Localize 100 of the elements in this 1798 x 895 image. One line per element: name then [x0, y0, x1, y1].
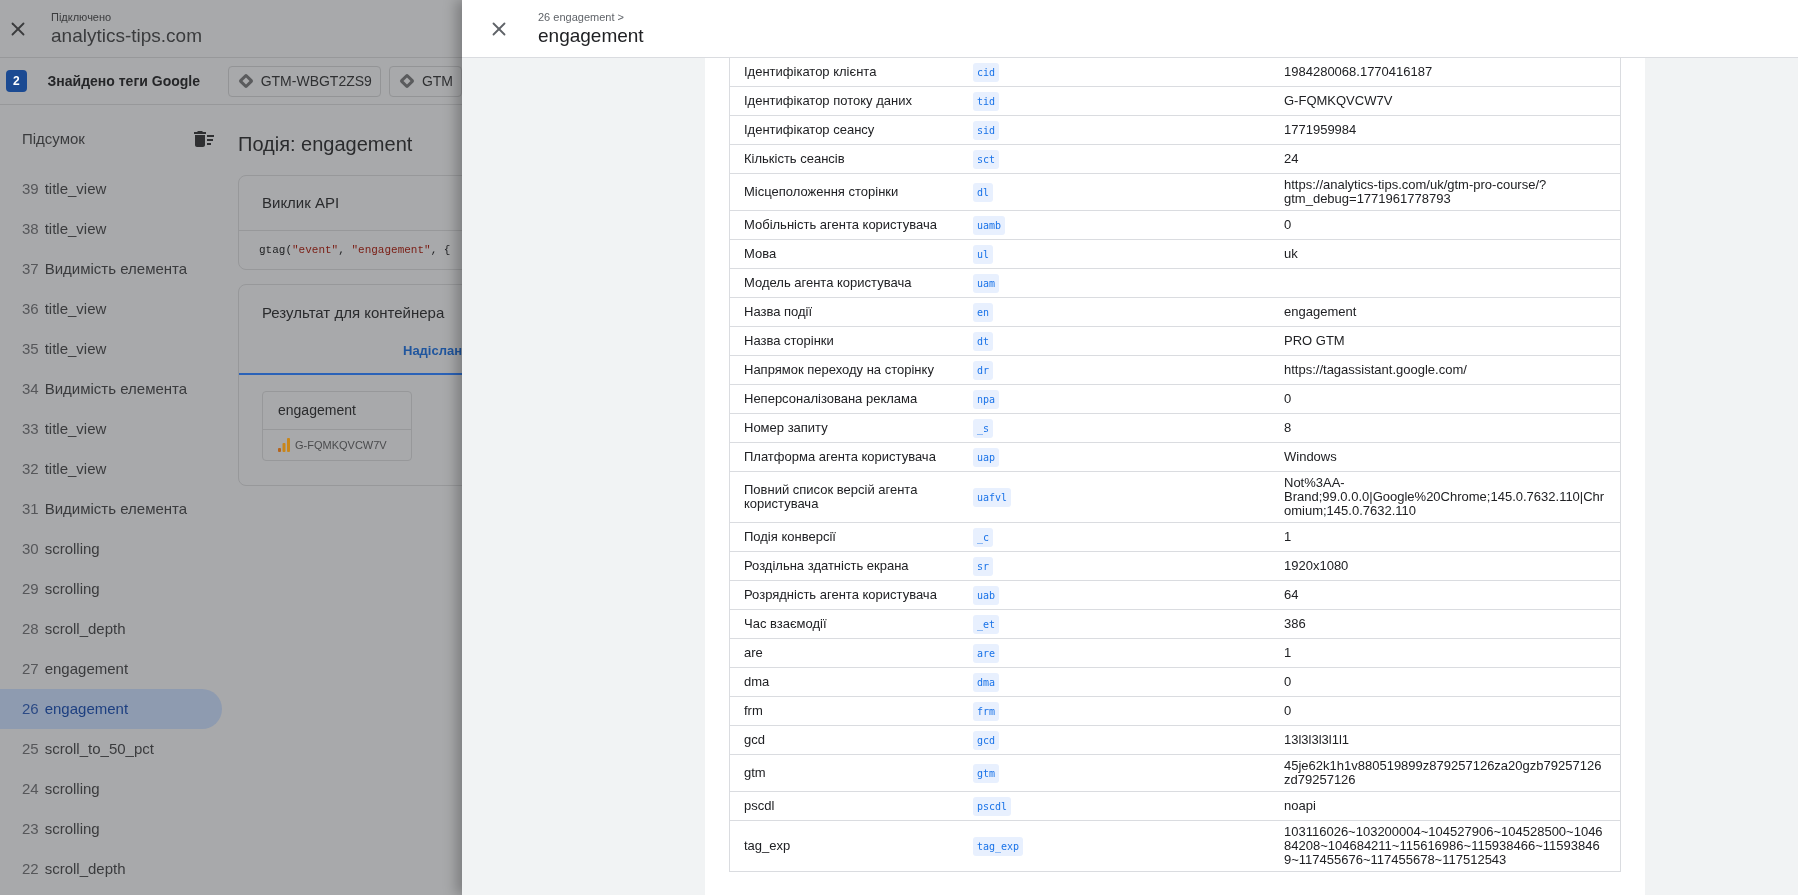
- parameter-label: Мобільність агента користувача: [743, 216, 938, 234]
- parameter-key: uamb: [973, 216, 1006, 235]
- parameter-label: pscdl: [743, 797, 776, 815]
- parameter-value: 1771959984: [1283, 121, 1358, 139]
- parameter-key: uam: [973, 274, 1000, 293]
- bar-chart-icon: [278, 438, 290, 452]
- parameter-key: cid: [973, 63, 1000, 82]
- parameter-key: en: [973, 303, 994, 322]
- parameter-label: Назва сторінки: [743, 332, 835, 350]
- container-chip[interactable]: GTM-WBGT2ZS9: [227, 65, 381, 97]
- parameter-label: Кількість сеансів: [743, 150, 846, 168]
- parameter-value: 0: [1283, 673, 1293, 691]
- parameter-label: Роздільна здатність екрана: [743, 557, 910, 575]
- measurement-id: G-FQMKQVCW7V: [295, 437, 387, 453]
- sidebar-title: Підсумок: [22, 128, 85, 149]
- parameter-key: npa: [973, 390, 1000, 409]
- parameter-key: gtm: [973, 764, 1000, 783]
- tag-name: engagement: [263, 392, 411, 430]
- parameter-value: 8: [1283, 419, 1293, 437]
- parameter-label: Ідентифікатор потоку даних: [743, 92, 913, 110]
- parameter-key: sr: [973, 557, 994, 576]
- parameter-key: ul: [973, 245, 994, 264]
- parameter-key: uap: [973, 448, 1000, 467]
- tags-found-label: Знайдено теги Google: [47, 71, 201, 91]
- parameter-key: _s: [973, 419, 994, 438]
- parameter-label: Неперсоналізована реклама: [743, 390, 919, 408]
- parameter-value: 13l3l3l3l1l1: [1283, 731, 1351, 749]
- parameter-label: Час взаємодії: [743, 615, 828, 633]
- result-tab[interactable]: Надіслан: [399, 341, 462, 373]
- site-domain: analytics-tips.com: [51, 23, 202, 48]
- card-title: Результат для контейнера: [261, 302, 446, 323]
- parameter-key: dma: [973, 673, 1000, 692]
- parameter-label: dma: [743, 673, 771, 691]
- parameter-label: Номер запиту: [743, 419, 829, 437]
- parameter-label: Ідентифікатор сеансу: [743, 121, 876, 139]
- parameter-value: 1: [1283, 528, 1293, 546]
- parameter-key: pscdl: [973, 797, 1012, 816]
- event-item[interactable]: 30 scrolling: [0, 529, 222, 569]
- event-title: Подія: engagement: [238, 132, 414, 157]
- parameter-value: 386: [1283, 615, 1307, 633]
- parameter-value: 0: [1283, 702, 1293, 720]
- event-item[interactable]: 36 title_view: [0, 289, 222, 329]
- connection-status: Підключено: [51, 9, 113, 24]
- parameter-key: _c: [973, 528, 994, 547]
- event-item[interactable]: 39 title_view: [0, 169, 222, 209]
- parameter-value: 1984280068.1770416187: [1283, 63, 1434, 81]
- tag-count-badge: 2: [6, 70, 27, 92]
- parameter-key: sct: [973, 150, 1000, 169]
- event-item[interactable]: 26 engagement: [0, 689, 222, 729]
- event-item[interactable]: 38 title_view: [0, 209, 222, 249]
- parameter-value: 0: [1283, 216, 1293, 234]
- parameter-label: Модель агента користувача: [743, 274, 913, 292]
- event-item[interactable]: 32 title_view: [0, 449, 222, 489]
- parameter-value: G-FQMKQVCW7V: [1283, 92, 1394, 110]
- parameter-key: sid: [973, 121, 1000, 140]
- event-item[interactable]: 34 Видимість елемента: [0, 369, 222, 409]
- parameter-value: 24: [1283, 150, 1300, 168]
- event-item[interactable]: 31 Видимість елемента: [0, 489, 222, 529]
- parameter-key: uafvl: [973, 488, 1012, 507]
- parameter-key: tag_exp: [973, 837, 1024, 856]
- event-item[interactable]: 33 title_view: [0, 409, 222, 449]
- parameter-value: Windows: [1283, 448, 1338, 466]
- parameter-value: 64: [1283, 586, 1300, 604]
- parameter-value: 45je62k1h1v880519899z879257126za20gzb79257126zd79257126: [1283, 757, 1603, 789]
- event-item[interactable]: 27 engagement: [0, 649, 222, 689]
- parameter-label: Розрядність агента користувача: [743, 586, 938, 604]
- parameter-value: Not%3AA-Brand;99.0.0.0|Google%20Chrome;145.0.7632.110|Chromium;145.0.7632.110: [1283, 474, 1606, 520]
- parameter-label: Назва події: [743, 303, 814, 321]
- parameter-label: Напрямок переходу на сторінку: [743, 361, 935, 379]
- event-item[interactable]: 37 Видимість елемента: [0, 249, 222, 289]
- parameter-label: gtm: [743, 764, 767, 782]
- parameter-key: dt: [973, 332, 994, 351]
- code-line: gtag("event", "engagement", {: [259, 242, 451, 258]
- event-item[interactable]: 24 scrolling: [0, 769, 222, 809]
- event-item[interactable]: 28 scroll_depth: [0, 609, 222, 649]
- parameter-label: gcd: [743, 731, 766, 749]
- parameter-key: gcd: [973, 731, 1000, 750]
- tag-card[interactable]: engagement G-FQMKQVCW7V: [262, 391, 412, 461]
- event-item[interactable]: 22 scroll_depth: [0, 849, 222, 889]
- event-item[interactable]: 35 title_view: [0, 329, 222, 369]
- event-item[interactable]: 25 scroll_to_50_pct: [0, 729, 222, 769]
- event-item[interactable]: 23 scrolling: [0, 809, 222, 849]
- parameter-key: uab: [973, 586, 1000, 605]
- parameter-value: noapi: [1283, 797, 1317, 815]
- parameter-value: engagement: [1283, 303, 1358, 321]
- parameter-key: _et: [973, 615, 1000, 634]
- parameter-value: uk: [1283, 245, 1299, 263]
- container-chip[interactable]: GTM: [388, 65, 462, 97]
- parameter-label: frm: [743, 702, 764, 720]
- parameter-label: Повний список версій агента користувача: [743, 481, 919, 513]
- breadcrumb[interactable]: 26 engagement >: [538, 9, 644, 24]
- parameter-key: tid: [973, 92, 1000, 111]
- parameter-label: Мова: [743, 245, 778, 263]
- parameter-value: 0: [1283, 390, 1293, 408]
- event-item[interactable]: 29 scrolling: [0, 569, 222, 609]
- parameter-value: https://tagassistant.google.com/: [1283, 361, 1468, 379]
- parameter-key: dr: [973, 361, 994, 380]
- parameter-value: 1: [1283, 644, 1293, 662]
- parameter-key: frm: [973, 702, 1000, 721]
- parameter-key: are: [973, 644, 1000, 663]
